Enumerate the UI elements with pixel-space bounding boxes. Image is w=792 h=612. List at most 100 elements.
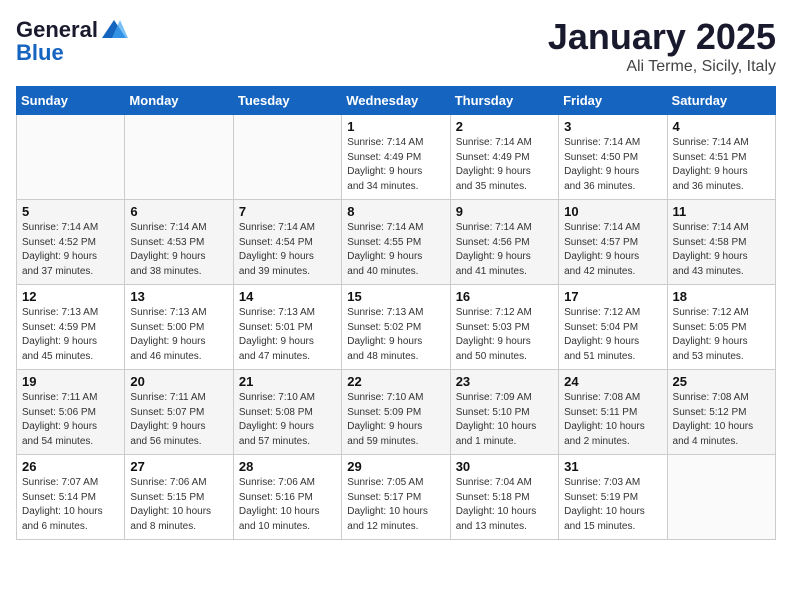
day-info: Sunrise: 7:14 AM Sunset: 4:56 PM Dayligh… bbox=[456, 221, 553, 279]
header-tuesday: Tuesday bbox=[233, 87, 341, 115]
day-info: Sunrise: 7:09 AM Sunset: 5:10 PM Dayligh… bbox=[456, 391, 553, 449]
calendar-week-4: 19 Sunrise: 7:11 AM Sunset: 5:06 PM Dayli… bbox=[17, 370, 776, 455]
day-number: 2 bbox=[456, 119, 553, 134]
day-number: 26 bbox=[22, 459, 119, 474]
calendar-cell: 23 Sunrise: 7:09 AM Sunset: 5:10 PM Dayli… bbox=[450, 370, 558, 455]
calendar-cell bbox=[125, 115, 233, 200]
day-info: Sunrise: 7:10 AM Sunset: 5:08 PM Dayligh… bbox=[239, 391, 336, 449]
day-number: 30 bbox=[456, 459, 553, 474]
day-number: 19 bbox=[22, 374, 119, 389]
day-info: Sunrise: 7:05 AM Sunset: 5:17 PM Dayligh… bbox=[347, 476, 444, 534]
calendar-subtitle: Ali Terme, Sicily, Italy bbox=[548, 58, 776, 76]
logo: General Blue bbox=[16, 16, 128, 66]
day-info: Sunrise: 7:11 AM Sunset: 5:07 PM Dayligh… bbox=[130, 391, 227, 449]
calendar-cell: 14 Sunrise: 7:13 AM Sunset: 5:01 PM Dayli… bbox=[233, 285, 341, 370]
day-info: Sunrise: 7:10 AM Sunset: 5:09 PM Dayligh… bbox=[347, 391, 444, 449]
calendar-cell: 6Sunrise: 7:14 AM Sunset: 4:53 PM Daylig… bbox=[125, 200, 233, 285]
calendar-cell: 15 Sunrise: 7:13 AM Sunset: 5:02 PM Dayli… bbox=[342, 285, 450, 370]
title-block: January 2025 Ali Terme, Sicily, Italy bbox=[548, 16, 776, 76]
day-info: Sunrise: 7:14 AM Sunset: 4:57 PM Dayligh… bbox=[564, 221, 661, 279]
day-number: 25 bbox=[673, 374, 770, 389]
header-sunday: Sunday bbox=[17, 87, 125, 115]
calendar-cell: 27 Sunrise: 7:06 AM Sunset: 5:15 PM Dayli… bbox=[125, 455, 233, 540]
calendar-cell: 20 Sunrise: 7:11 AM Sunset: 5:07 PM Dayli… bbox=[125, 370, 233, 455]
day-info: Sunrise: 7:14 AM Sunset: 4:49 PM Dayligh… bbox=[456, 136, 553, 194]
calendar-cell: 7Sunrise: 7:14 AM Sunset: 4:54 PM Daylig… bbox=[233, 200, 341, 285]
day-info: Sunrise: 7:07 AM Sunset: 5:14 PM Dayligh… bbox=[22, 476, 119, 534]
calendar-cell: 26 Sunrise: 7:07 AM Sunset: 5:14 PM Dayli… bbox=[17, 455, 125, 540]
day-info: Sunrise: 7:13 AM Sunset: 4:59 PM Dayligh… bbox=[22, 306, 119, 364]
logo-blue: Blue bbox=[16, 40, 64, 66]
day-number: 4 bbox=[673, 119, 770, 134]
calendar-cell: 24 Sunrise: 7:08 AM Sunset: 5:11 PM Dayli… bbox=[559, 370, 667, 455]
day-info: Sunrise: 7:14 AM Sunset: 4:58 PM Dayligh… bbox=[673, 221, 770, 279]
day-number: 17 bbox=[564, 289, 661, 304]
calendar-header: SundayMondayTuesdayWednesdayThursdayFrid… bbox=[17, 87, 776, 115]
calendar-week-5: 26 Sunrise: 7:07 AM Sunset: 5:14 PM Dayli… bbox=[17, 455, 776, 540]
day-info: Sunrise: 7:14 AM Sunset: 4:55 PM Dayligh… bbox=[347, 221, 444, 279]
calendar-cell: 1 Sunrise: 7:14 AM Sunset: 4:49 PM Daylig… bbox=[342, 115, 450, 200]
calendar-cell: 4 Sunrise: 7:14 AM Sunset: 4:51 PM Daylig… bbox=[667, 115, 775, 200]
day-info: Sunrise: 7:14 AM Sunset: 4:52 PM Dayligh… bbox=[22, 221, 119, 279]
day-info: Sunrise: 7:03 AM Sunset: 5:19 PM Dayligh… bbox=[564, 476, 661, 534]
day-number: 16 bbox=[456, 289, 553, 304]
day-info: Sunrise: 7:04 AM Sunset: 5:18 PM Dayligh… bbox=[456, 476, 553, 534]
calendar-cell: 3Sunrise: 7:14 AM Sunset: 4:50 PM Daylig… bbox=[559, 115, 667, 200]
day-number: 9 bbox=[456, 204, 553, 219]
calendar-cell: 16 Sunrise: 7:12 AM Sunset: 5:03 PM Dayli… bbox=[450, 285, 558, 370]
day-info: Sunrise: 7:12 AM Sunset: 5:03 PM Dayligh… bbox=[456, 306, 553, 364]
calendar-cell: 2 Sunrise: 7:14 AM Sunset: 4:49 PM Daylig… bbox=[450, 115, 558, 200]
day-info: Sunrise: 7:13 AM Sunset: 5:00 PM Dayligh… bbox=[130, 306, 227, 364]
header-thursday: Thursday bbox=[450, 87, 558, 115]
day-number: 24 bbox=[564, 374, 661, 389]
calendar-cell: 12Sunrise: 7:13 AM Sunset: 4:59 PM Dayli… bbox=[17, 285, 125, 370]
calendar-cell: 31 Sunrise: 7:03 AM Sunset: 5:19 PM Dayli… bbox=[559, 455, 667, 540]
day-info: Sunrise: 7:13 AM Sunset: 5:01 PM Dayligh… bbox=[239, 306, 336, 364]
day-number: 5 bbox=[22, 204, 119, 219]
day-number: 22 bbox=[347, 374, 444, 389]
header-friday: Friday bbox=[559, 87, 667, 115]
calendar-cell: 17Sunrise: 7:12 AM Sunset: 5:04 PM Dayli… bbox=[559, 285, 667, 370]
day-info: Sunrise: 7:14 AM Sunset: 4:49 PM Dayligh… bbox=[347, 136, 444, 194]
day-info: Sunrise: 7:11 AM Sunset: 5:06 PM Dayligh… bbox=[22, 391, 119, 449]
day-info: Sunrise: 7:14 AM Sunset: 4:53 PM Dayligh… bbox=[130, 221, 227, 279]
calendar-title: January 2025 bbox=[548, 16, 776, 58]
day-info: Sunrise: 7:12 AM Sunset: 5:05 PM Dayligh… bbox=[673, 306, 770, 364]
day-number: 14 bbox=[239, 289, 336, 304]
calendar-week-3: 12Sunrise: 7:13 AM Sunset: 4:59 PM Dayli… bbox=[17, 285, 776, 370]
day-info: Sunrise: 7:14 AM Sunset: 4:54 PM Dayligh… bbox=[239, 221, 336, 279]
day-number: 27 bbox=[130, 459, 227, 474]
calendar-table: SundayMondayTuesdayWednesdayThursdayFrid… bbox=[16, 86, 776, 540]
day-number: 20 bbox=[130, 374, 227, 389]
logo-icon bbox=[100, 16, 128, 44]
calendar-cell: 9 Sunrise: 7:14 AM Sunset: 4:56 PM Daylig… bbox=[450, 200, 558, 285]
calendar-cell: 18Sunrise: 7:12 AM Sunset: 5:05 PM Dayli… bbox=[667, 285, 775, 370]
day-number: 13 bbox=[130, 289, 227, 304]
header-saturday: Saturday bbox=[667, 87, 775, 115]
day-info: Sunrise: 7:06 AM Sunset: 5:15 PM Dayligh… bbox=[130, 476, 227, 534]
calendar-cell: 11 Sunrise: 7:14 AM Sunset: 4:58 PM Dayli… bbox=[667, 200, 775, 285]
day-number: 1 bbox=[347, 119, 444, 134]
day-number: 11 bbox=[673, 204, 770, 219]
calendar-cell bbox=[233, 115, 341, 200]
day-number: 23 bbox=[456, 374, 553, 389]
calendar-cell: 30 Sunrise: 7:04 AM Sunset: 5:18 PM Dayli… bbox=[450, 455, 558, 540]
day-info: Sunrise: 7:13 AM Sunset: 5:02 PM Dayligh… bbox=[347, 306, 444, 364]
day-number: 29 bbox=[347, 459, 444, 474]
day-number: 8 bbox=[347, 204, 444, 219]
calendar-cell: 13 Sunrise: 7:13 AM Sunset: 5:00 PM Dayli… bbox=[125, 285, 233, 370]
day-info: Sunrise: 7:14 AM Sunset: 4:51 PM Dayligh… bbox=[673, 136, 770, 194]
day-number: 3 bbox=[564, 119, 661, 134]
day-info: Sunrise: 7:06 AM Sunset: 5:16 PM Dayligh… bbox=[239, 476, 336, 534]
day-number: 21 bbox=[239, 374, 336, 389]
calendar-cell: 22 Sunrise: 7:10 AM Sunset: 5:09 PM Dayli… bbox=[342, 370, 450, 455]
day-number: 15 bbox=[347, 289, 444, 304]
calendar-cell: 28Sunrise: 7:06 AM Sunset: 5:16 PM Dayli… bbox=[233, 455, 341, 540]
day-number: 10 bbox=[564, 204, 661, 219]
header-monday: Monday bbox=[125, 87, 233, 115]
day-number: 31 bbox=[564, 459, 661, 474]
header-wednesday: Wednesday bbox=[342, 87, 450, 115]
day-info: Sunrise: 7:08 AM Sunset: 5:11 PM Dayligh… bbox=[564, 391, 661, 449]
calendar-cell: 25Sunrise: 7:08 AM Sunset: 5:12 PM Dayli… bbox=[667, 370, 775, 455]
calendar-cell: 21 Sunrise: 7:10 AM Sunset: 5:08 PM Dayli… bbox=[233, 370, 341, 455]
